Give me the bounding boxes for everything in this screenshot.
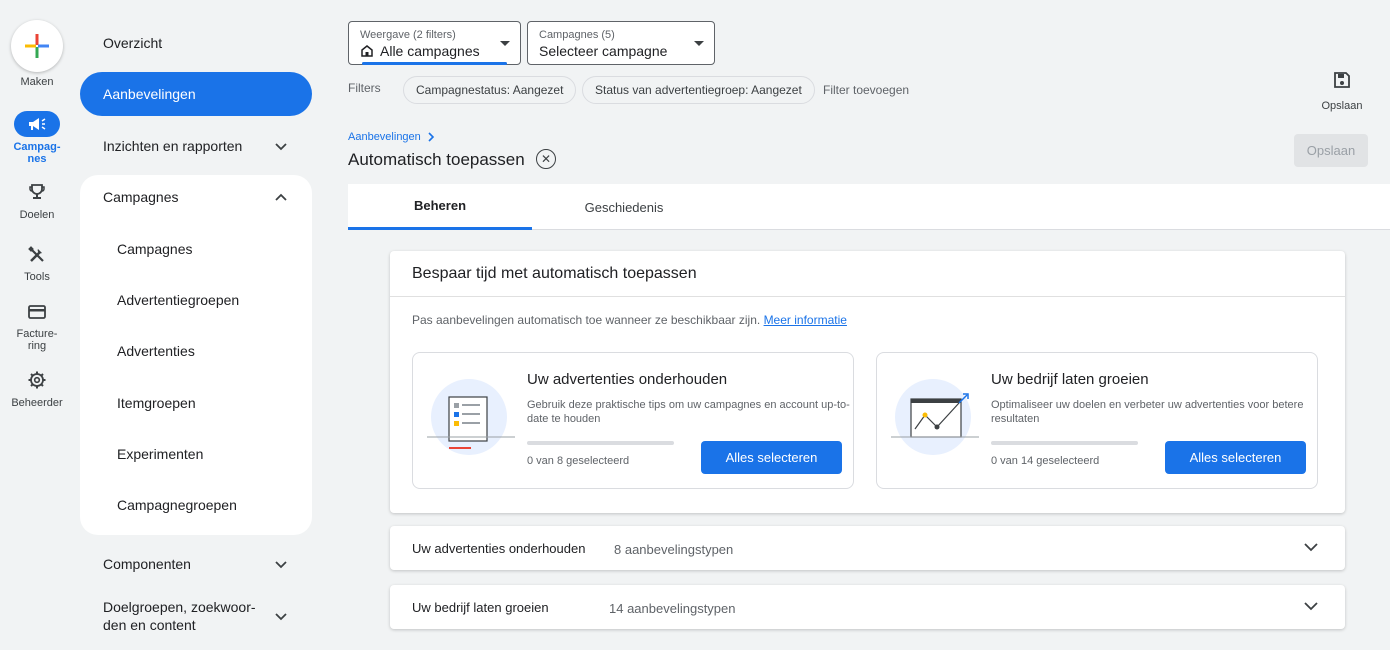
chevron-right-icon [428,132,434,142]
trophy-icon [29,184,45,199]
chevron-down-icon [275,613,287,621]
filters-label: Filters [348,81,381,95]
view-dropdown[interactable]: Weergave (2 filters) Alle campagnes [348,21,521,65]
nav-label: Doelgroepen, zoekwoor- den en content [103,599,256,633]
chevron-down-icon [275,143,287,151]
campaign-dropdown-label: Campagnes (5) [539,29,615,41]
accordion-count: 14 aanbevelingstypen [609,601,736,616]
rail-label-campaigns: Campag- nes [13,141,61,165]
view-dropdown-label: Weergave (2 filters) [360,29,456,41]
nav-item-campaigns-group[interactable]: Campagnes [80,175,312,219]
chevron-down-icon [275,561,287,569]
accordion-grow-business[interactable]: Uw bedrijf laten groeien 14 aanbevelings… [390,585,1345,629]
breadcrumb-link[interactable]: Aanbevelingen [348,131,421,143]
divider [390,296,1345,297]
nav-item-components[interactable]: Componenten [80,542,312,586]
accordion-title: Uw bedrijf laten groeien [412,600,549,615]
checklist-illustration-icon [427,379,515,455]
tools-icon [28,246,44,262]
tab-bar: Beheren Geschiedenis [348,184,1390,230]
megaphone-icon [29,118,46,130]
chevron-down-icon [1304,543,1318,552]
sub-card-title: Uw advertenties onderhouden [527,371,728,388]
nav-sub-asset-groups[interactable]: Itemgroepen [117,395,196,411]
nav-sub-ads[interactable]: Advertenties [117,343,195,359]
nav-item-insights[interactable]: Inzichten en rapporten [80,124,312,168]
top-save-label: Opslaan [1321,100,1363,112]
page-title: Automatisch toepassen [348,150,525,169]
selection-progress-bar [527,441,674,445]
caret-down-icon [500,41,510,46]
nav-sub-campaign-groups[interactable]: Campagnegroepen [117,497,237,513]
add-filter-button[interactable]: Filter toevoegen [823,83,909,97]
campaigns-group [80,175,312,535]
nav-label: Aanbevelingen [103,86,196,102]
rail-label-tools: Tools [24,271,50,283]
rail-label-billing: Facture- ring [16,328,58,352]
tab-manage[interactable]: Beheren [348,184,532,230]
selection-progress-bar [991,441,1138,445]
sub-card-title: Uw bedrijf laten groeien [991,371,1149,388]
nav-item-audiences[interactable]: Doelgroepen, zoekwoor- den en content [80,594,312,638]
close-icon[interactable]: ✕ [536,149,556,169]
create-button[interactable] [11,20,63,72]
navigation-rail: Maken Campag- nes Doelen Tools Facture- … [0,0,74,650]
select-all-button[interactable]: Alles selecteren [701,441,842,474]
rail-item-goals[interactable] [22,180,52,204]
grow-business-card: Uw bedrijf laten groeien Optimaliseer uw… [876,352,1318,489]
rail-label-admin: Beheerder [11,397,63,409]
select-all-button[interactable]: Alles selecteren [1165,441,1306,474]
credit-card-icon [28,305,46,319]
accordion-maintain-ads[interactable]: Uw advertenties onderhouden 8 aanbevelin… [390,526,1345,570]
accordion-count: 8 aanbevelingstypen [614,542,734,557]
sub-card-description: Gebruik deze praktische tips om uw campa… [527,399,850,425]
nav-label: Inzichten en rapporten [103,138,243,154]
card-title: Bespaar tijd met automatisch toepassen [412,265,697,282]
nav-sub-ad-groups[interactable]: Advertentiegroepen [117,292,239,308]
gear-icon [28,371,46,389]
nav-sub-experiments[interactable]: Experimenten [117,446,203,462]
nav-item-overview[interactable]: Overzicht [80,21,312,65]
maintain-ads-card: Uw advertenties onderhouden Gebruik deze… [412,352,854,489]
save-button[interactable]: Opslaan [1294,134,1368,167]
auto-apply-card: Bespaar tijd met automatisch toepassen P… [390,251,1345,513]
home-icon [361,45,373,57]
rail-label-goals: Doelen [19,209,55,221]
create-label: Maken [20,76,54,88]
view-dropdown-value: Alle campagnes [380,43,480,59]
accordion-title: Uw advertenties onderhouden [412,541,586,556]
card-description-text: Pas aanbevelingen automatisch toe wannee… [412,313,761,327]
learn-more-link[interactable]: Meer informatie [764,313,847,327]
filter-chip-adgroup-status[interactable]: Status van advertentiegroep: Aangezet [582,76,815,104]
nav-label: Campagnes [103,189,179,205]
chevron-up-icon [275,193,287,201]
selection-count: 0 van 14 geselecteerd [991,455,1100,467]
caret-down-icon [694,41,704,46]
card-description: Pas aanbevelingen automatisch toe wannee… [412,313,847,327]
side-navigation: Overzicht Aanbevelingen Inzichten en rap… [80,0,314,650]
nav-sub-campaigns[interactable]: Campagnes [117,241,193,257]
nav-label: Overzicht [103,35,163,51]
nav-item-recommendations[interactable]: Aanbevelingen [80,72,312,116]
plus-icon [25,34,49,58]
rail-item-tools[interactable] [22,243,52,267]
campaign-dropdown-value: Selecteer campagne [539,43,668,59]
campaign-dropdown[interactable]: Campagnes (5) Selecteer campagne [527,21,715,65]
sub-card-description: Optimaliseer uw doelen en verbeter uw ad… [991,399,1304,425]
chevron-down-icon [1304,602,1318,611]
selection-count: 0 van 8 geselecteerd [527,455,630,467]
rail-item-billing[interactable] [22,300,52,324]
save-icon [1334,72,1350,88]
top-save-button[interactable]: Opslaan [1312,71,1372,112]
breadcrumb[interactable]: Aanbevelingen [348,131,437,143]
active-indicator [362,62,507,65]
growth-chart-illustration-icon [891,379,979,455]
tab-history[interactable]: Geschiedenis [532,184,716,230]
filter-chip-campaign-status[interactable]: Campagnestatus: Aangezet [403,76,577,104]
rail-item-admin[interactable] [22,368,52,392]
nav-label: Componenten [103,556,191,572]
rail-item-campaigns[interactable] [14,111,60,137]
